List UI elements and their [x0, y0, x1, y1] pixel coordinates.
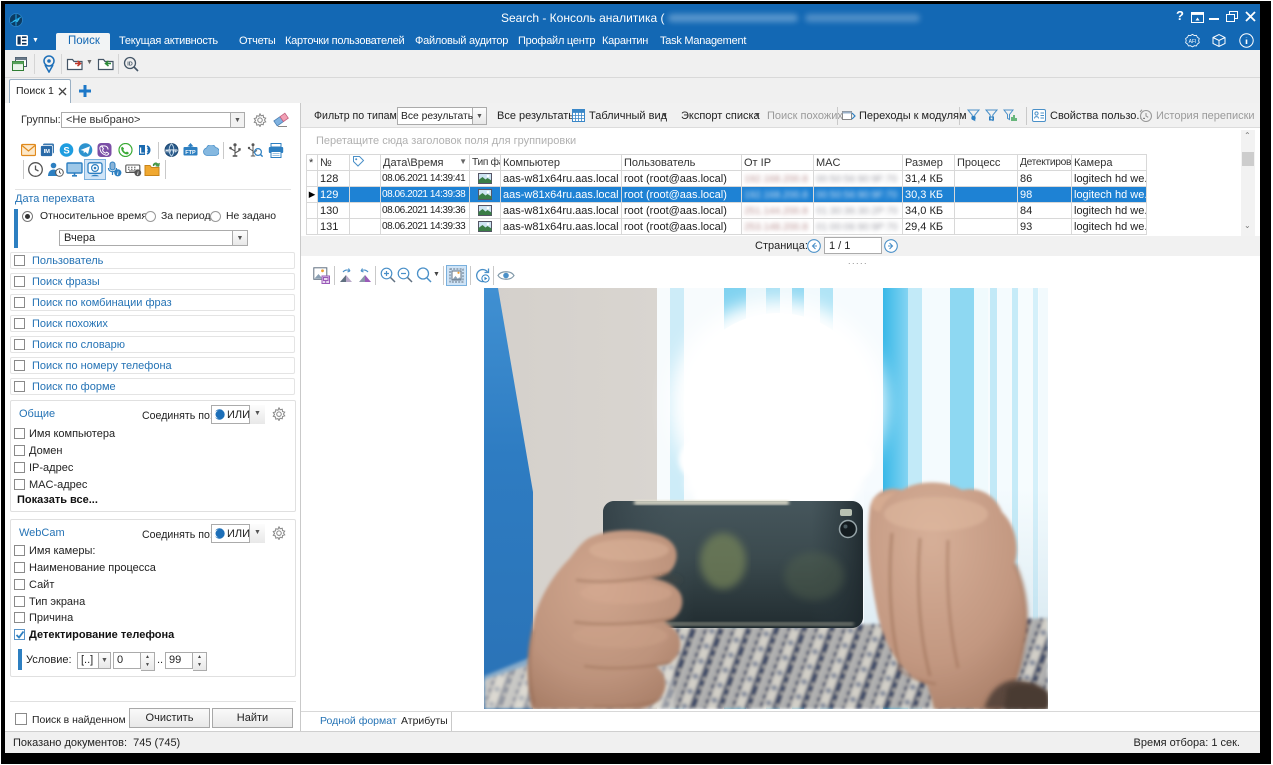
svg-text:IM: IM: [44, 149, 51, 155]
svg-text:S: S: [63, 145, 69, 156]
svg-text:AFI: AFI: [1189, 39, 1197, 45]
svg-text:ID: ID: [127, 61, 133, 67]
svg-text:L: L: [139, 146, 144, 156]
svg-text:HTTP: HTTP: [165, 148, 178, 154]
svg-text:FTP: FTP: [185, 150, 196, 156]
